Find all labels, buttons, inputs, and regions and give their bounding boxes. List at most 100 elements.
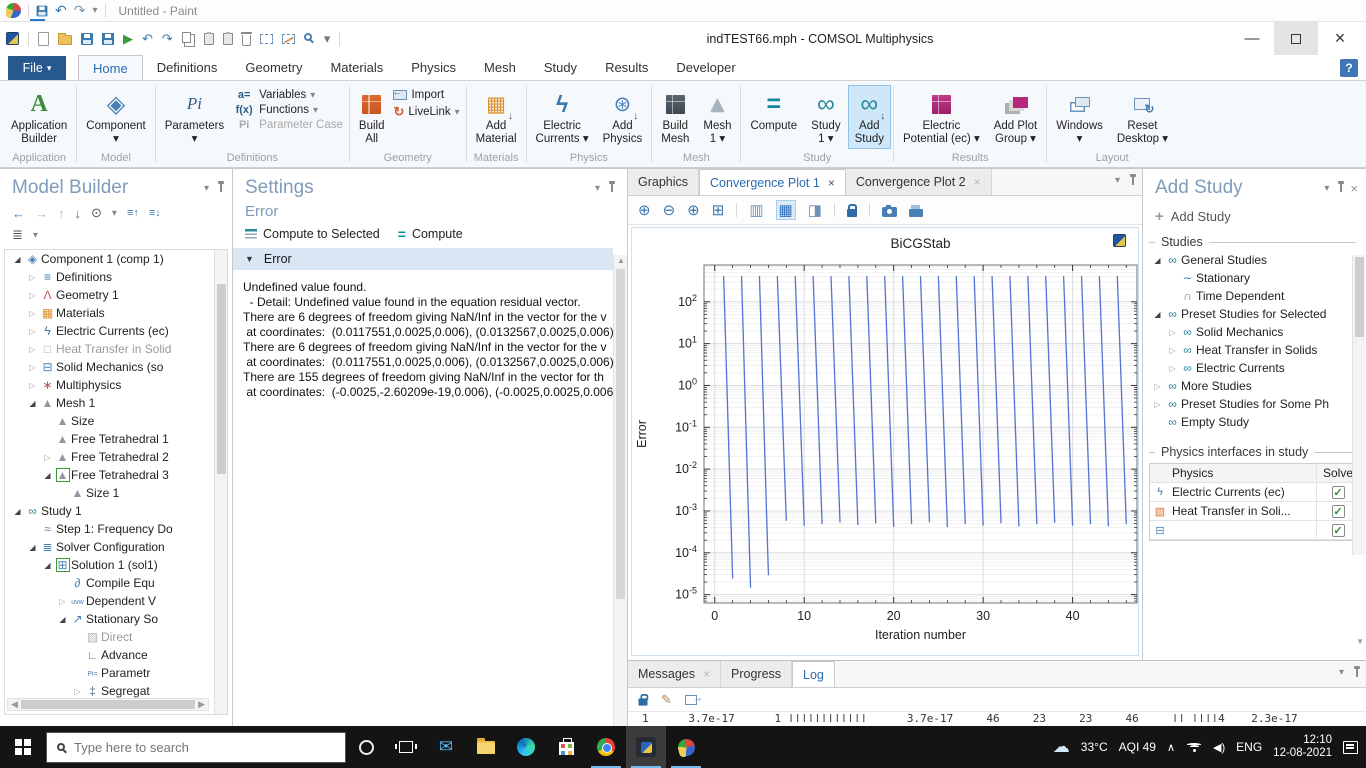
zoom-box-icon[interactable]: ⊕ bbox=[687, 201, 700, 219]
show-caret-icon[interactable]: ▾ bbox=[112, 208, 117, 219]
collapsed-arrow-icon[interactable]: ▷ bbox=[26, 345, 39, 354]
build-mesh-button[interactable]: Build Mesh bbox=[654, 85, 696, 149]
mesh-1-button[interactable]: ▲ Mesh 1 ▾ bbox=[696, 85, 738, 149]
study-tree-item[interactable]: ▷ ∞ Preset Studies for Some Ph bbox=[1145, 395, 1366, 413]
add-physics-button[interactable]: ⊛ ↓ Add Physics bbox=[596, 85, 650, 149]
study-tree-item[interactable]: ▷ ∞ Heat Transfer in Solids bbox=[1145, 341, 1366, 359]
study-tree-item[interactable]: ◢ ∞ General Studies bbox=[1145, 251, 1366, 269]
collapsed-arrow-icon[interactable]: ▷ bbox=[71, 687, 84, 696]
settings-scrollbar[interactable]: ▲ bbox=[613, 255, 627, 726]
file-explorer-button[interactable] bbox=[466, 726, 506, 768]
delete-icon[interactable] bbox=[240, 31, 252, 46]
collapsed-arrow-icon[interactable]: ▷ bbox=[1151, 382, 1164, 391]
scrollbar-thumb[interactable] bbox=[1355, 257, 1364, 337]
move-down-icon[interactable]: ↓ bbox=[75, 206, 82, 221]
paint-customize-caret-icon[interactable]: ▾ bbox=[92, 5, 97, 16]
tab-study[interactable]: Study bbox=[530, 55, 591, 80]
add-study-scrollbar[interactable] bbox=[1352, 255, 1365, 555]
model-tree-item[interactable]: ▨ Direct bbox=[5, 628, 227, 646]
save-icon[interactable] bbox=[81, 32, 93, 45]
model-tree-item[interactable]: ◢ ▲ Mesh 1 bbox=[5, 394, 227, 412]
tab-log[interactable]: Log bbox=[792, 661, 835, 687]
add-material-button[interactable]: ▦ ↓ Add Material bbox=[469, 85, 524, 149]
run-icon[interactable]: ▶ bbox=[123, 31, 133, 47]
scroll-right-icon[interactable]: ▶ bbox=[198, 699, 205, 710]
compute-button[interactable]: = Compute bbox=[398, 226, 463, 242]
collapsed-arrow-icon[interactable]: ▷ bbox=[1151, 400, 1164, 409]
collapsed-arrow-icon[interactable]: ▷ bbox=[56, 597, 69, 606]
comsol-logo-icon[interactable] bbox=[6, 32, 19, 45]
convergence-plot[interactable]: 102 101 100 10-1 10-2 10-3 10-4 10-5 0 10 20 30 40 Bi… bbox=[632, 228, 1141, 656]
expanded-arrow-icon[interactable]: ◢ bbox=[26, 399, 39, 408]
study-tree-item[interactable]: ▷ ∞ More Studies bbox=[1145, 377, 1366, 395]
physics-table-row[interactable]: ▧ Heat Transfer in Soli... ✓ bbox=[1150, 502, 1359, 521]
open-file-icon[interactable] bbox=[58, 33, 72, 45]
collapsed-arrow-icon[interactable]: ▷ bbox=[26, 291, 39, 300]
help-button[interactable]: ? bbox=[1340, 59, 1358, 77]
comsol-taskbar-button[interactable] bbox=[626, 726, 666, 768]
collapsed-arrow-icon[interactable]: ▷ bbox=[26, 363, 39, 372]
close-button[interactable]: × bbox=[1318, 22, 1362, 55]
language-indicator[interactable]: ENG bbox=[1236, 740, 1262, 754]
model-tree-item[interactable]: ▷ ∗ Multiphysics bbox=[5, 376, 227, 394]
model-tree-item[interactable]: ▷ ▦ Materials bbox=[5, 304, 227, 322]
model-tree-item[interactable]: ◢ ↗ Stationary So bbox=[5, 610, 227, 628]
expanded-arrow-icon[interactable]: ◢ bbox=[56, 615, 69, 624]
weather-icon[interactable]: ☁ bbox=[1053, 737, 1070, 757]
start-button[interactable] bbox=[0, 726, 46, 768]
tab-materials[interactable]: Materials bbox=[316, 55, 397, 80]
redo-icon[interactable]: ↷ bbox=[162, 31, 173, 47]
expanded-arrow-icon[interactable]: ◢ bbox=[1151, 310, 1164, 319]
paste-special-icon[interactable] bbox=[222, 31, 233, 45]
close-panel-icon[interactable]: × bbox=[1350, 181, 1358, 196]
study-tree-item[interactable]: ∩ Time Dependent bbox=[1145, 287, 1366, 305]
file-menu-button[interactable]: File ▾ bbox=[8, 56, 66, 80]
model-tree-item[interactable]: ▲ Free Tetrahedral 1 bbox=[5, 430, 227, 448]
node-caret-icon[interactable]: ▾ bbox=[33, 230, 38, 241]
study-tree-item[interactable]: ▷ ∞ Solid Mechanics bbox=[1145, 323, 1366, 341]
model-tree-item[interactable]: ◢ ≣ Solver Configuration bbox=[5, 538, 227, 556]
tray-expand-icon[interactable]: ∧ bbox=[1167, 741, 1175, 754]
compute-to-selected-button[interactable]: Compute to Selected bbox=[245, 227, 380, 241]
solve-checkbox[interactable]: ✓ bbox=[1331, 523, 1345, 537]
mail-button[interactable]: ✉ bbox=[426, 726, 466, 768]
chrome-button[interactable] bbox=[586, 726, 626, 768]
find-icon[interactable] bbox=[303, 33, 312, 41]
pin-icon[interactable] bbox=[1354, 665, 1360, 677]
model-builder-vertical-scrollbar[interactable] bbox=[214, 250, 227, 714]
snapshot-icon[interactable] bbox=[881, 204, 897, 217]
paint-redo-icon[interactable]: ↷ bbox=[74, 2, 86, 19]
pin-icon[interactable] bbox=[1338, 181, 1345, 192]
volume-icon[interactable]: ◀) bbox=[1213, 741, 1225, 754]
tab-convergence-plot-2[interactable]: Convergence Plot 2 × bbox=[845, 169, 992, 195]
back-icon[interactable]: ← bbox=[12, 206, 25, 221]
variables-button[interactable]: a= Variables ▾ bbox=[233, 89, 343, 101]
windows-button[interactable]: Windows ▾ bbox=[1049, 85, 1110, 149]
model-tree-item[interactable]: ▷ ≡ Definitions bbox=[5, 268, 227, 286]
model-tree-item[interactable]: ▷ □ Heat Transfer in Solid bbox=[5, 340, 227, 358]
zoom-extents-icon[interactable]: ⊞ bbox=[712, 201, 725, 219]
paint-app-icon[interactable] bbox=[6, 3, 21, 18]
expanded-arrow-icon[interactable]: ◢ bbox=[26, 543, 39, 552]
tab-mesh[interactable]: Mesh bbox=[470, 55, 530, 80]
clear-log-icon[interactable]: ✎ bbox=[661, 692, 672, 708]
application-builder-button[interactable]: A Application Builder bbox=[4, 85, 74, 149]
plot-canvas[interactable]: 102 101 100 10-1 10-2 10-3 10-4 10-5 0 10 20 30 40 Bi… bbox=[631, 227, 1139, 656]
study-tree-item[interactable]: ◢ ∞ Preset Studies for Selected bbox=[1145, 305, 1366, 323]
expanded-arrow-icon[interactable]: ◢ bbox=[1151, 256, 1164, 265]
tab-progress[interactable]: Progress bbox=[721, 661, 793, 687]
wifi-icon[interactable] bbox=[1186, 742, 1202, 752]
tabbar-menu-icon[interactable]: ▾ bbox=[1115, 175, 1120, 186]
collapse-down-icon[interactable]: ≡↓ bbox=[149, 207, 161, 219]
scrollbar-thumb[interactable] bbox=[616, 269, 625, 599]
close-tab-icon[interactable]: × bbox=[828, 176, 835, 190]
expanded-arrow-icon[interactable]: ◢ bbox=[41, 471, 54, 480]
undo-icon[interactable]: ↶ bbox=[142, 31, 153, 47]
electric-currents-button[interactable]: ϟ Electric Currents ▾ bbox=[529, 85, 596, 149]
select-box-icon[interactable] bbox=[259, 33, 273, 44]
zoom-in-icon[interactable]: ⊕ bbox=[638, 201, 651, 219]
expanded-arrow-icon[interactable]: ◢ bbox=[11, 507, 24, 516]
study-1-button[interactable]: ∞ Study 1 ▾ bbox=[804, 85, 847, 149]
model-tree-item[interactable]: ◢ ◈ Component 1 (comp 1) bbox=[5, 250, 227, 268]
solve-checkbox[interactable]: ✓ bbox=[1331, 504, 1345, 518]
